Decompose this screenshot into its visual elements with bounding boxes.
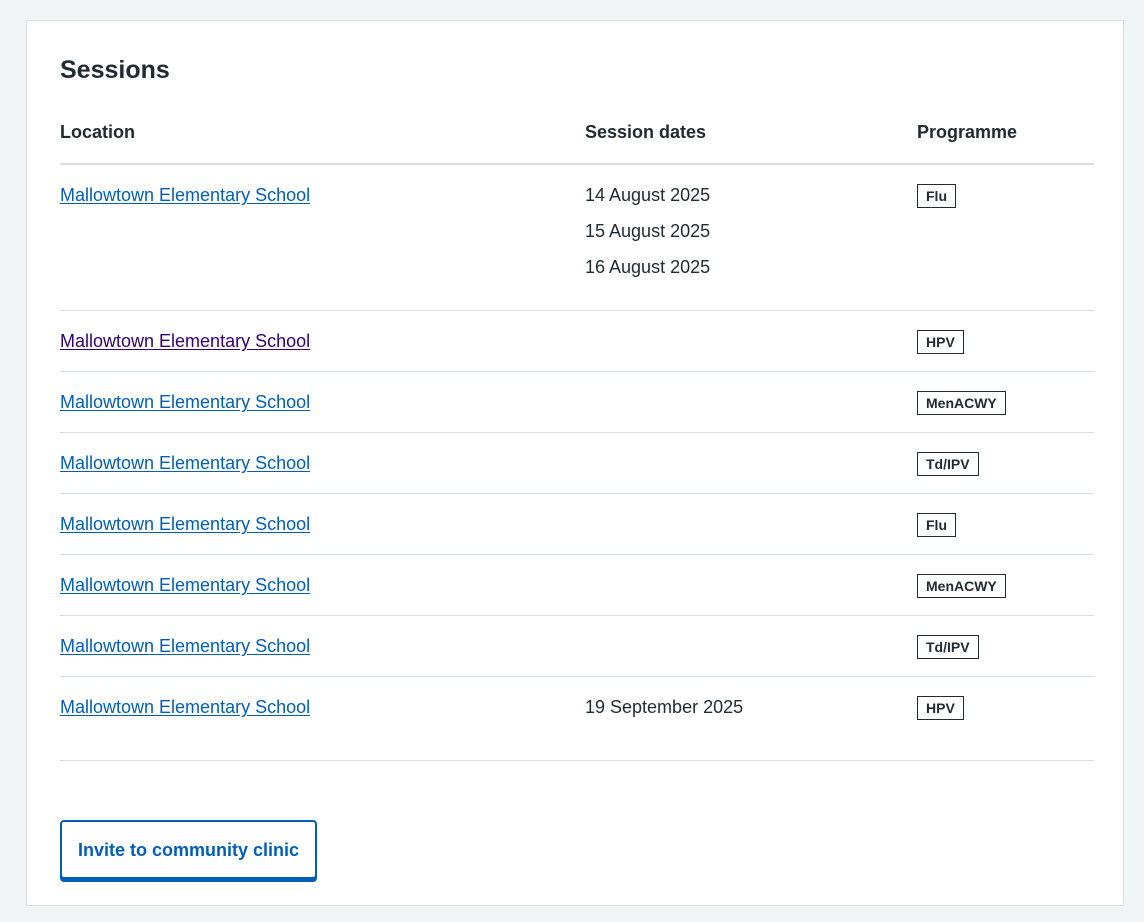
location-link[interactable]: Mallowtown Elementary School	[60, 575, 310, 595]
location-link[interactable]: Mallowtown Elementary School	[60, 331, 310, 351]
session-dates-cell: 14 August 2025 15 August 2025 16 August 20…	[585, 164, 917, 311]
location-cell: Mallowtown Elementary School	[60, 432, 585, 494]
programme-tag: Flu	[917, 513, 956, 537]
table-row: Mallowtown Elementary School Td/IPV	[60, 615, 1094, 677]
table-row: Mallowtown Elementary School Flu	[60, 493, 1094, 555]
programme-tag: HPV	[917, 696, 964, 720]
session-dates-cell: 19 September 2025	[585, 676, 917, 761]
sessions-card: Sessions Location Session dates Programm…	[26, 20, 1124, 906]
programme-tag: MenACWY	[917, 574, 1006, 598]
table-row: Mallowtown Elementary School Td/IPV	[60, 432, 1094, 494]
location-cell: Mallowtown Elementary School	[60, 310, 585, 372]
programme-tag: Flu	[917, 184, 956, 208]
session-dates-cell	[585, 310, 917, 372]
location-cell: Mallowtown Elementary School	[60, 615, 585, 677]
session-dates-cell	[585, 493, 917, 555]
table-row: Mallowtown Elementary School HPV	[60, 310, 1094, 372]
session-date: 15 August 2025	[585, 221, 711, 241]
programme-cell: MenACWY	[917, 371, 1094, 433]
programme-cell: Flu	[917, 164, 1094, 311]
location-cell: Mallowtown Elementary School	[60, 371, 585, 433]
location-cell: Mallowtown Elementary School	[60, 676, 585, 761]
table-row: Mallowtown Elementary School MenACWY	[60, 371, 1094, 433]
location-cell: Mallowtown Elementary School	[60, 554, 585, 616]
sessions-table-body: Mallowtown Elementary School 14 August 20…	[60, 164, 1094, 761]
session-dates-cell	[585, 432, 917, 494]
programme-tag: MenACWY	[917, 391, 1006, 415]
session-dates-cell	[585, 554, 917, 616]
table-row: Mallowtown Elementary School 19 September…	[60, 676, 1094, 761]
session-date: 16 August 2025	[585, 257, 711, 277]
programme-cell: HPV	[917, 676, 1094, 761]
table-header-row: Location Session dates Programme	[60, 119, 1094, 165]
location-link[interactable]: Mallowtown Elementary School	[60, 185, 310, 205]
programme-cell: Td/IPV	[917, 615, 1094, 677]
location-link[interactable]: Mallowtown Elementary School	[60, 636, 310, 656]
header-location: Location	[60, 119, 585, 165]
session-dates-cell	[585, 371, 917, 433]
programme-cell: Flu	[917, 493, 1094, 555]
location-cell: Mallowtown Elementary School	[60, 493, 585, 555]
session-date: 19 September 2025	[585, 697, 744, 717]
header-session-dates: Session dates	[585, 119, 917, 165]
programme-tag: HPV	[917, 330, 964, 354]
location-link[interactable]: Mallowtown Elementary School	[60, 514, 310, 534]
table-row: Mallowtown Elementary School 14 August 20…	[60, 164, 1094, 311]
card-title: Sessions	[60, 56, 170, 84]
table-row: Mallowtown Elementary School MenACWY	[60, 554, 1094, 616]
header-programme: Programme	[917, 119, 1094, 165]
session-date: 14 August 2025	[585, 185, 711, 205]
programme-cell: HPV	[917, 310, 1094, 372]
location-link[interactable]: Mallowtown Elementary School	[60, 453, 310, 473]
programme-cell: MenACWY	[917, 554, 1094, 616]
sessions-table: Location Session dates Programme Mallowt…	[60, 119, 1094, 761]
invite-to-community-clinic-button[interactable]: Invite to community clinic	[60, 820, 318, 879]
location-link[interactable]: Mallowtown Elementary School	[60, 697, 310, 717]
location-cell: Mallowtown Elementary School	[60, 164, 585, 311]
programme-tag: Td/IPV	[917, 452, 979, 476]
session-dates-cell	[585, 615, 917, 677]
programme-tag: Td/IPV	[917, 635, 979, 659]
programme-cell: Td/IPV	[917, 432, 1094, 494]
location-link[interactable]: Mallowtown Elementary School	[60, 392, 310, 412]
